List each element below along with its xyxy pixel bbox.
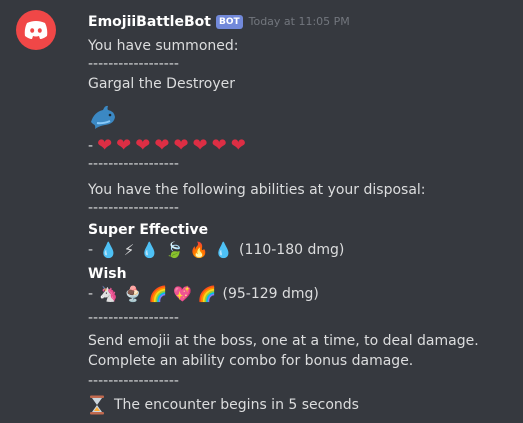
droplet-emoji-icon: 💧 bbox=[99, 241, 118, 259]
heart-icon: ❤ bbox=[135, 135, 151, 156]
ability-combo-wish: - 🦄 🍨 🌈 💖 🌈 (95-129 dmg) bbox=[88, 284, 319, 304]
lightning-emoji-icon: ⚡ bbox=[123, 241, 135, 259]
separator-2: ------------------ bbox=[88, 156, 179, 172]
hp-prefix: - bbox=[88, 138, 94, 154]
ability-combo-super-effective: - 💧 ⚡ 💧 🍃 🔥 💧 (110-180 dmg) bbox=[88, 240, 344, 260]
fire-emoji-icon: 🔥 bbox=[189, 241, 209, 259]
ice-cream-emoji-icon: 🍨 bbox=[123, 285, 143, 303]
timestamp[interactable]: Today at 11:05 PM bbox=[249, 12, 350, 32]
abilities-intro: You have the following abilities at your… bbox=[88, 182, 426, 198]
heart-icon: ❤ bbox=[192, 135, 208, 156]
hourglass-emoji-icon bbox=[90, 395, 104, 415]
username[interactable]: EmojiiBattleBot bbox=[88, 12, 211, 32]
bot-tag: BOT bbox=[215, 15, 243, 29]
discord-logo-icon bbox=[24, 21, 48, 39]
damage-range: (95-129 dmg) bbox=[222, 286, 319, 302]
hearts-container: ❤ ❤ ❤ ❤ ❤ ❤ ❤ ❤ bbox=[97, 136, 246, 156]
ability-name-wish: Wish bbox=[88, 266, 127, 282]
monster-icon bbox=[88, 102, 118, 138]
unicorn-emoji-icon: 🦄 bbox=[99, 285, 118, 303]
sparkling-heart-emoji-icon: 💖 bbox=[173, 285, 192, 303]
droplet-emoji-icon: 💧 bbox=[140, 241, 159, 259]
hp-hearts: - ❤ ❤ ❤ ❤ ❤ ❤ ❤ ❤ bbox=[88, 136, 246, 156]
instructions-line-1: Send emojii at the boss, one at a time, … bbox=[88, 333, 479, 349]
rainbow-emoji-icon: 🌈 bbox=[148, 285, 168, 303]
rainbow-emoji-icon: 🌈 bbox=[197, 285, 217, 303]
droplet-emoji-icon: 💧 bbox=[214, 241, 234, 259]
leaves-emoji-icon: 🍃 bbox=[164, 241, 184, 259]
encounter-line: The encounter begins in 5 seconds bbox=[88, 395, 359, 415]
damage-range: (110-180 dmg) bbox=[239, 242, 345, 258]
separator-1: ------------------ bbox=[88, 56, 179, 72]
combo-prefix: - bbox=[88, 286, 94, 302]
heart-icon: ❤ bbox=[116, 135, 132, 156]
separator-4: ------------------ bbox=[88, 310, 179, 326]
separator-3: ------------------ bbox=[88, 200, 179, 216]
monster-name: Gargal the Destroyer bbox=[88, 76, 236, 92]
heart-icon: ❤ bbox=[211, 135, 227, 156]
heart-icon: ❤ bbox=[97, 135, 113, 156]
dolphin-emoji-icon bbox=[91, 105, 115, 129]
bot-avatar[interactable] bbox=[16, 10, 56, 50]
instructions-line-2: Complete an ability combo for bonus dama… bbox=[88, 353, 414, 369]
separator-5: ------------------ bbox=[88, 373, 179, 389]
heart-icon: ❤ bbox=[173, 135, 189, 156]
heart-icon: ❤ bbox=[154, 135, 170, 156]
heart-icon: ❤ bbox=[230, 135, 246, 156]
combo-prefix: - bbox=[88, 242, 94, 258]
message-header: EmojiiBattleBot BOT Today at 11:05 PM bbox=[88, 12, 350, 32]
summon-text: You have summoned: bbox=[88, 38, 239, 54]
ability-name-super-effective: Super Effective bbox=[88, 222, 209, 238]
encounter-text: The encounter begins in 5 seconds bbox=[114, 397, 359, 413]
